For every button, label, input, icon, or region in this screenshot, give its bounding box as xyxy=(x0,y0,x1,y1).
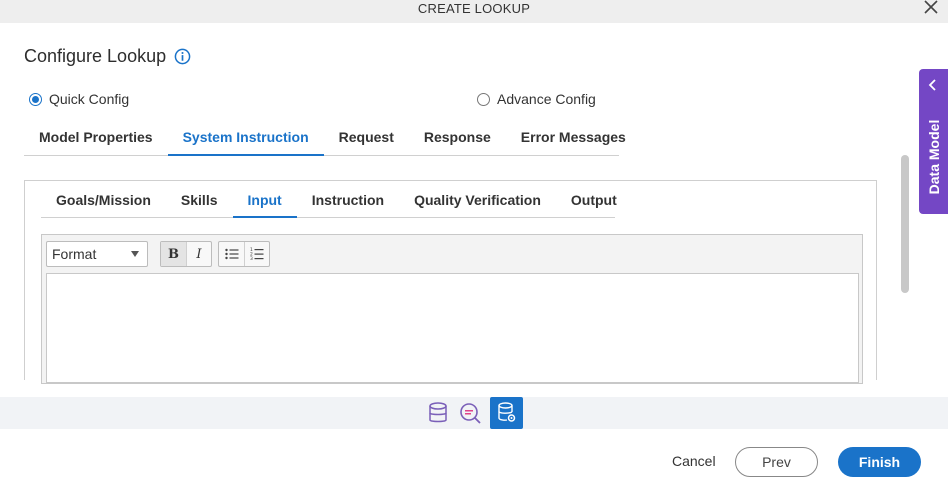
info-icon[interactable] xyxy=(174,48,191,65)
tab-quality-verification[interactable]: Quality Verification xyxy=(399,183,556,217)
tab-system-instruction[interactable]: System Instruction xyxy=(167,120,324,156)
tab-instruction[interactable]: Instruction xyxy=(297,183,399,217)
radio-unchecked-icon[interactable] xyxy=(477,92,490,106)
bottom-icon-bar xyxy=(0,397,948,429)
dialog-title-bar: CREATE LOOKUP xyxy=(0,0,948,23)
bulleted-list-icon xyxy=(224,248,238,260)
prev-button[interactable]: Prev xyxy=(735,447,818,477)
bold-icon: B xyxy=(168,246,179,262)
chat-search-icon xyxy=(460,403,481,424)
numbered-list-icon: 1 2 3 xyxy=(250,247,264,261)
database-button[interactable] xyxy=(423,398,453,428)
editor-content-area[interactable] xyxy=(46,273,859,383)
tab-skills[interactable]: Skills xyxy=(166,183,233,217)
radio-checked-icon[interactable] xyxy=(29,92,42,106)
data-model-side-tab[interactable]: Data Model xyxy=(919,69,948,214)
quick-config-radio[interactable]: Quick Config xyxy=(29,91,129,107)
chevron-left-icon[interactable] xyxy=(928,79,938,91)
tab-output[interactable]: Output xyxy=(556,183,632,217)
page-title: Configure Lookup xyxy=(24,46,167,66)
tab-request[interactable]: Request xyxy=(324,120,409,155)
cancel-button[interactable]: Cancel xyxy=(672,453,716,469)
instruction-tabs: Goals/Mission Skills Input Instruction Q… xyxy=(41,183,617,218)
dialog-title: CREATE LOOKUP xyxy=(417,1,531,16)
format-select-value: Format xyxy=(52,246,97,262)
close-icon[interactable] xyxy=(924,0,938,14)
database-icon xyxy=(429,402,447,423)
svg-text:3: 3 xyxy=(250,256,253,261)
bold-button[interactable]: B xyxy=(161,242,186,266)
text-style-group: B I xyxy=(160,241,212,267)
tab-response[interactable]: Response xyxy=(409,120,506,155)
finish-button[interactable]: Finish xyxy=(838,447,921,477)
tab-model-properties[interactable]: Model Properties xyxy=(24,120,168,155)
bulleted-list-button[interactable] xyxy=(219,242,244,266)
page-heading: Configure Lookup xyxy=(24,46,191,67)
list-group: 1 2 3 xyxy=(218,241,270,267)
format-select[interactable]: Format xyxy=(46,241,148,267)
database-settings-icon xyxy=(497,402,515,422)
data-model-label: Data Model xyxy=(926,119,942,195)
database-settings-button[interactable] xyxy=(490,397,523,429)
rich-text-editor: Format B I 1 2 3 xyxy=(41,234,863,384)
main-tabs: Model Properties System Instruction Requ… xyxy=(24,120,626,156)
vertical-scrollbar[interactable] xyxy=(901,155,909,293)
instruction-panel: Goals/Mission Skills Input Instruction Q… xyxy=(24,180,877,384)
tab-input[interactable]: Input xyxy=(232,183,297,218)
tab-error-messages[interactable]: Error Messages xyxy=(506,120,641,155)
advance-config-radio[interactable]: Advance Config xyxy=(477,91,596,107)
dropdown-caret-icon xyxy=(131,251,139,257)
editor-toolbar: Format B I 1 2 3 xyxy=(46,241,270,267)
italic-button[interactable]: I xyxy=(186,242,211,266)
quick-config-label: Quick Config xyxy=(49,91,130,107)
italic-icon: I xyxy=(196,246,202,262)
tab-goals-mission[interactable]: Goals/Mission xyxy=(41,183,166,217)
numbered-list-button[interactable]: 1 2 3 xyxy=(244,242,269,266)
chat-search-button[interactable] xyxy=(456,398,486,428)
advance-config-label: Advance Config xyxy=(497,91,596,107)
